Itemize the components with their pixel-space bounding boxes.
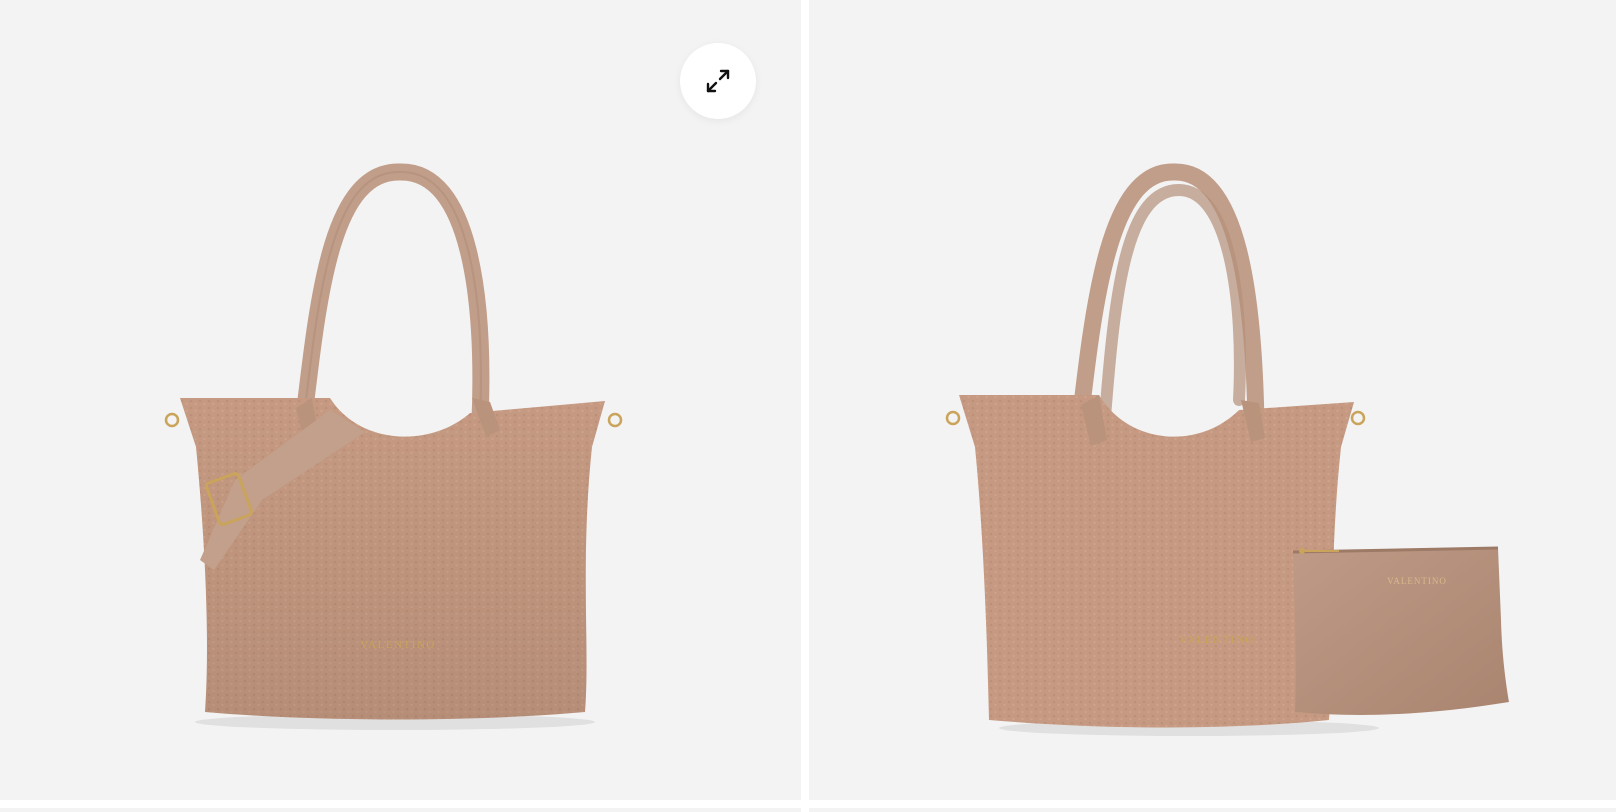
tote-bag-image: VALENTINO [164, 163, 623, 730]
next-row-image-edge-left [0, 808, 801, 812]
brand-logo: VALENTINO [1179, 634, 1255, 646]
pouch-brand-logo: VALENTINO [1387, 576, 1447, 586]
product-image-main[interactable]: VALENTINO [0, 0, 801, 800]
next-row-image-edge-right [809, 808, 1616, 812]
expand-image-button[interactable] [680, 43, 756, 119]
tote-bag-with-pouch-image: VALENTINO VALENTINO [945, 163, 1509, 736]
thumbnail-row-edge [0, 800, 1616, 812]
product-image-gallery: VALENTINO VALENTINO VALENTINO [0, 0, 1616, 812]
product-image-secondary[interactable]: VALENTINO VALENTINO [809, 0, 1616, 800]
expand-arrows-icon [706, 69, 730, 93]
brand-logo: VALENTINO [360, 639, 436, 651]
